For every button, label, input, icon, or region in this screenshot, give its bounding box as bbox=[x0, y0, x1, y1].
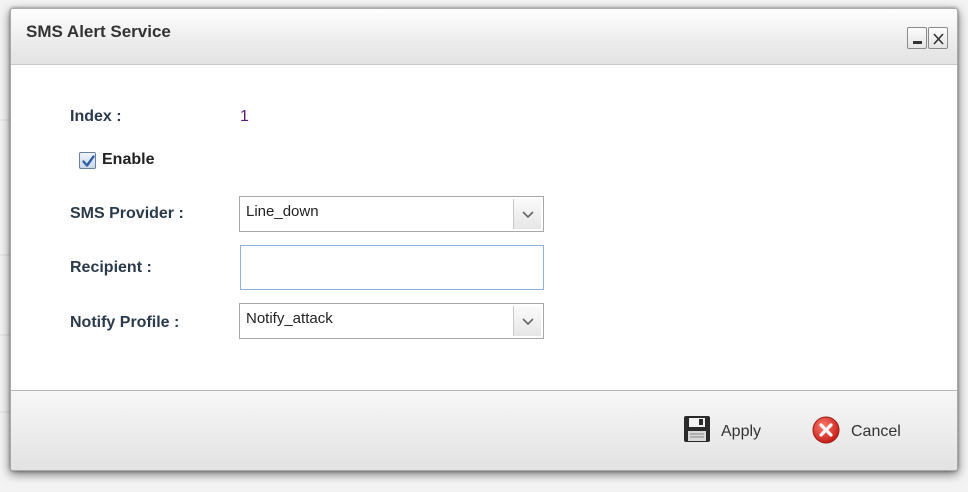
sms-provider-label: SMS Provider : bbox=[70, 205, 184, 222]
apply-button[interactable]: Apply bbox=[683, 415, 793, 445]
index-label: Index : bbox=[70, 108, 122, 125]
sms-provider-dropdown-button[interactable] bbox=[513, 199, 541, 229]
apply-label: Apply bbox=[721, 423, 762, 440]
cancel-label: Cancel bbox=[851, 423, 901, 440]
checkmark-icon bbox=[82, 155, 95, 167]
dialog-titlebar[interactable]: SMS Alert Service bbox=[11, 9, 957, 65]
close-button[interactable] bbox=[928, 27, 948, 49]
sms-provider-select[interactable]: Line_down bbox=[239, 196, 544, 232]
sms-provider-value: Line_down bbox=[246, 203, 319, 220]
index-value: 1 bbox=[240, 108, 249, 125]
dialog-footer: Apply Cancel bbox=[11, 390, 957, 470]
cancel-icon bbox=[812, 416, 840, 444]
minimize-icon bbox=[913, 41, 922, 44]
close-icon bbox=[933, 33, 944, 45]
minimize-button[interactable] bbox=[907, 27, 927, 49]
cancel-button[interactable]: Cancel bbox=[811, 415, 941, 445]
notify-profile-dropdown-button[interactable] bbox=[513, 306, 541, 336]
chevron-down-icon bbox=[522, 211, 534, 219]
sms-alert-dialog: SMS Alert Service Index : 1 Enable SMS P… bbox=[10, 8, 958, 471]
save-icon bbox=[684, 416, 710, 442]
enable-checkbox[interactable] bbox=[79, 152, 96, 169]
notify-profile-label: Notify Profile : bbox=[70, 314, 180, 331]
notify-profile-value: Notify_attack bbox=[246, 310, 333, 327]
notify-profile-select[interactable]: Notify_attack bbox=[239, 303, 544, 339]
recipient-label: Recipient : bbox=[70, 259, 152, 276]
recipient-input[interactable] bbox=[240, 245, 544, 290]
enable-label: Enable bbox=[102, 151, 155, 168]
dialog-title: SMS Alert Service bbox=[26, 22, 171, 41]
chevron-down-icon bbox=[522, 318, 534, 326]
